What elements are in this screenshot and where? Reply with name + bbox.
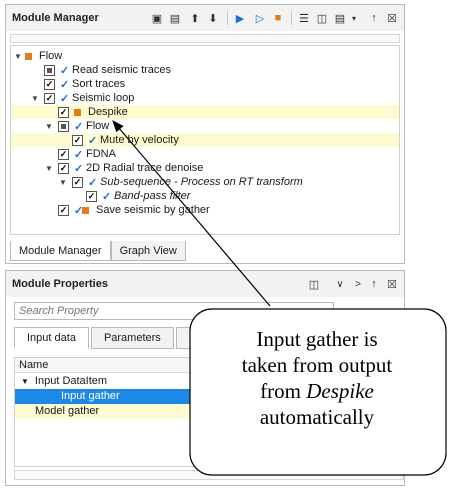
tree-item-label: Despike <box>88 106 128 118</box>
checkbox[interactable]: ✓ <box>72 134 83 146</box>
tab-parameters[interactable]: Parameters <box>90 327 174 349</box>
chevron-right-icon[interactable]: > <box>350 276 366 292</box>
module-icon <box>82 206 89 214</box>
tree-item-label: Flow <box>39 50 63 62</box>
tree-item-despike[interactable]: ✓ Despike <box>11 105 399 119</box>
checkbox[interactable]: ✓ <box>44 92 55 104</box>
run-step-icon[interactable]: ▷ <box>252 10 268 26</box>
add-module-icon[interactable]: ▣ <box>149 10 165 26</box>
checkbox[interactable]: ✓ <box>72 176 83 188</box>
collapse-icon[interactable]: ▼ <box>21 377 29 386</box>
tree-item-sub-sequence[interactable]: ▼ ✓ ✓ Sub-sequence - Process on RT trans… <box>11 175 399 189</box>
module-manager-header: Module Manager ▣ ▤ ⬆ ⬇ ▶ ▷ ■ ☰ ◫ ▤ ▾ ↑ ☒ <box>6 5 404 31</box>
property-label: Model gather <box>35 405 100 417</box>
module-manager-title: Module Manager <box>12 12 99 24</box>
checkbox[interactable] <box>58 120 69 132</box>
check-icon: ✓ <box>88 176 98 189</box>
callout-line-prefix: from <box>260 379 307 403</box>
properties-tabbar: Input data Parameters S <box>14 327 211 349</box>
check-icon: ✓ <box>74 162 84 175</box>
properties-scrollbar[interactable] <box>14 470 404 480</box>
callout-line: taken from output <box>241 353 393 377</box>
tree-item-label: Read seismic traces <box>72 64 172 76</box>
checkbox[interactable]: ✓ <box>58 204 69 216</box>
tree-item-label: Sort traces <box>72 78 126 90</box>
collapse-icon[interactable]: ▼ <box>58 178 68 187</box>
check-icon: ✓ <box>88 134 98 147</box>
close-icon[interactable]: ☒ <box>384 276 400 292</box>
tab-graph-view[interactable]: Graph View <box>110 241 186 261</box>
clipboard-icon[interactable]: ◫ <box>314 10 330 26</box>
close-icon[interactable]: ☒ <box>384 10 400 26</box>
checkbox[interactable]: ✓ <box>44 78 55 90</box>
module-tree: ▼ Flow ✓ Read seismic traces ✓ ✓ Sort tr… <box>10 45 400 235</box>
tree-scrollbar[interactable] <box>10 34 400 43</box>
collapse-icon[interactable]: ▼ <box>44 122 54 131</box>
tree-item-save-seismic-by-gather[interactable]: ✓ ✓ Save seismic by gather <box>11 203 399 217</box>
tree-item-read-seismic-traces[interactable]: ✓ Read seismic traces <box>11 63 399 77</box>
checkbox[interactable]: ✓ <box>86 190 97 202</box>
tree-item-fdna[interactable]: ✓ ✓ FDNA <box>11 147 399 161</box>
tree-item-flow[interactable]: ▼ Flow <box>11 49 399 63</box>
chevron-down-icon[interactable]: ∨ <box>332 276 348 292</box>
tree-item-label: Seismic loop <box>72 92 135 104</box>
module-properties-header: Module Properties ◫ ∨ > ↑ ☒ <box>6 271 404 297</box>
check-icon: ✓ <box>60 64 70 77</box>
tree-item-label: FDNA <box>86 148 116 160</box>
check-icon: ✓ <box>102 190 112 203</box>
check-icon: ✓ <box>60 78 70 91</box>
tree-item-band-pass-filter[interactable]: ✓ ✓ Band-pass filter <box>11 189 399 203</box>
tree-item-label: Flow <box>86 120 110 132</box>
stop-icon[interactable]: ■ <box>270 10 286 26</box>
tree-item-label: Sub-sequence - Process on RT transform <box>100 176 303 188</box>
check-icon: ✓ <box>60 92 70 105</box>
tree-item-label: Band-pass filter <box>114 190 191 202</box>
toolbar-separator <box>291 11 292 25</box>
pin-icon[interactable]: ↑ <box>366 10 382 26</box>
check-icon: ✓ <box>74 120 84 133</box>
property-label: Input DataItem <box>34 375 108 387</box>
property-label: Input gather <box>61 390 120 402</box>
tree-item-2d-radial-trace-denoise[interactable]: ▼ ✓ ✓ 2D Radial trace denoise <box>11 161 399 175</box>
tree-item-label: Mute by velocity <box>100 134 179 146</box>
tab-module-manager[interactable]: Module Manager <box>10 241 111 261</box>
tab-input-data[interactable]: Input data <box>14 327 89 349</box>
tree-item-label: Save seismic by gather <box>96 204 210 216</box>
pin-icon[interactable]: ↑ <box>366 276 382 292</box>
run-icon[interactable]: ▶ <box>232 10 248 26</box>
collapse-icon[interactable]: ▼ <box>13 52 23 61</box>
remove-module-icon[interactable]: ▤ <box>167 10 183 26</box>
search-property-input[interactable] <box>14 302 334 320</box>
move-up-icon[interactable]: ⬆ <box>187 10 203 26</box>
checkbox[interactable]: ✓ <box>58 162 69 174</box>
callout-line: Input gather is <box>256 327 378 351</box>
tree-item-subflow[interactable]: ▼ ✓ Flow <box>11 119 399 133</box>
tree-item-mute-by-velocity[interactable]: ✓ ✓ Mute by velocity <box>11 133 399 147</box>
check-icon: ✓ <box>74 148 84 161</box>
checkbox[interactable] <box>44 64 55 76</box>
module-manager-panel: Module Manager ▣ ▤ ⬆ ⬇ ▶ ▷ ■ ☰ ◫ ▤ ▾ ↑ ☒… <box>5 4 405 264</box>
module-properties-title: Module Properties <box>12 278 108 290</box>
checkbox[interactable]: ✓ <box>58 106 69 118</box>
chevron-down-icon[interactable]: ▾ <box>346 10 362 26</box>
checkbox[interactable]: ✓ <box>58 148 69 160</box>
callout-line: automatically <box>259 405 375 429</box>
list-icon[interactable]: ☰ <box>296 10 312 26</box>
collapse-icon[interactable]: ▼ <box>44 164 54 173</box>
database-icon[interactable]: ◫ <box>306 276 322 292</box>
flow-module-icon <box>25 52 32 60</box>
callout-text: Input gather is taken from output from D… <box>192 326 442 430</box>
tree-item-seismic-loop[interactable]: ▼ ✓ ✓ Seismic loop <box>11 91 399 105</box>
module-icon <box>74 108 81 116</box>
tree-item-label: 2D Radial trace denoise <box>86 162 204 174</box>
callout-module-name: Despike <box>306 379 374 403</box>
collapse-icon[interactable]: ▼ <box>30 94 40 103</box>
module-manager-tabbar: Module Manager Graph View <box>10 241 186 261</box>
tree-item-sort-traces[interactable]: ✓ ✓ Sort traces <box>11 77 399 91</box>
move-down-icon[interactable]: ⬇ <box>205 10 221 26</box>
callout-line: from Despike <box>192 378 442 404</box>
toolbar-separator <box>227 11 228 25</box>
